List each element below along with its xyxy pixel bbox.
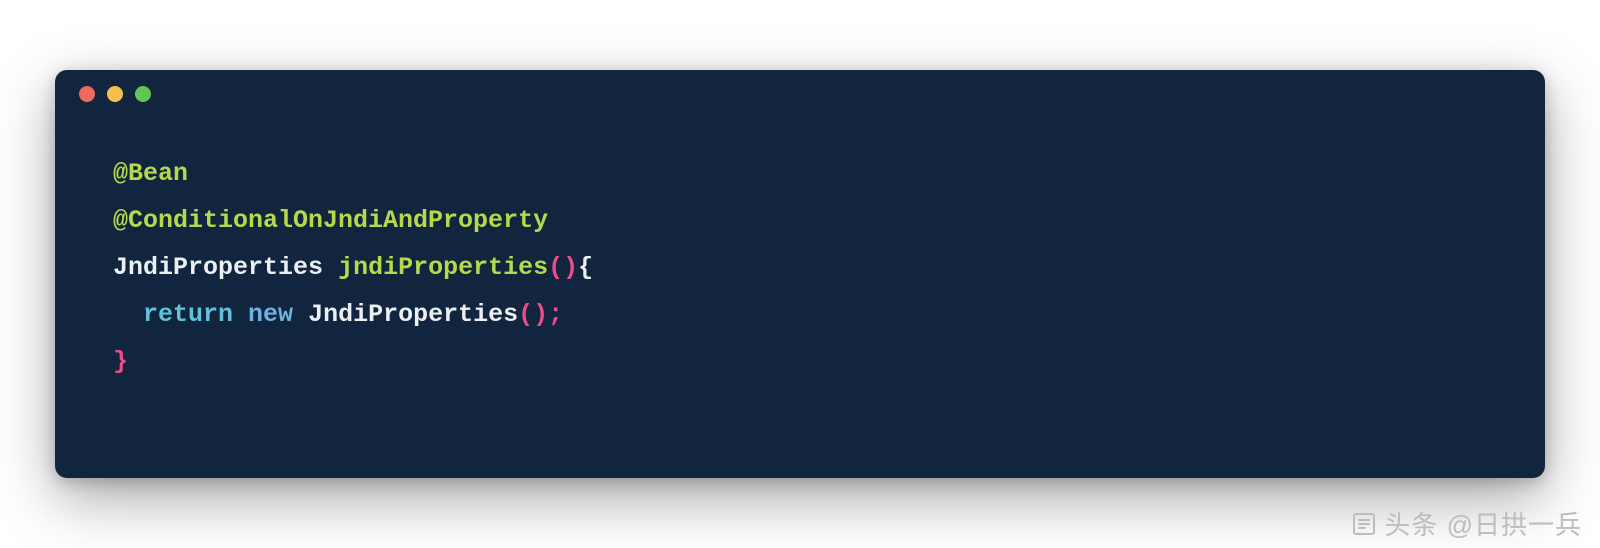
keyword-return: return [143, 300, 233, 329]
code-window: @Bean @ConditionalOnJndiAndProperty Jndi… [55, 70, 1545, 478]
semicolon: ; [548, 300, 563, 329]
close-icon[interactable] [79, 86, 95, 102]
toutiao-icon [1350, 510, 1378, 538]
code-space [233, 300, 248, 329]
maximize-icon[interactable] [135, 86, 151, 102]
brace-close: } [113, 347, 128, 376]
code-space [293, 300, 308, 329]
constructor-parens: () [518, 300, 548, 329]
code-content: @Bean @ConditionalOnJndiAndProperty Jndi… [55, 118, 1545, 425]
method-parens: () [548, 253, 578, 282]
annotation-bean: @Bean [113, 159, 188, 188]
code-indent [113, 300, 143, 329]
keyword-new: new [248, 300, 293, 329]
type-name: JndiProperties [113, 253, 323, 282]
watermark: 头条 @日拱一兵 [1350, 505, 1582, 542]
code-space [323, 253, 338, 282]
minimize-icon[interactable] [107, 86, 123, 102]
type-name: JndiProperties [308, 300, 518, 329]
method-name: jndiProperties [338, 253, 548, 282]
brace-open: { [578, 253, 593, 282]
watermark-text: 头条 @日拱一兵 [1384, 505, 1582, 542]
annotation-conditional: @ConditionalOnJndiAndProperty [113, 206, 548, 235]
window-titlebar [55, 70, 1545, 118]
